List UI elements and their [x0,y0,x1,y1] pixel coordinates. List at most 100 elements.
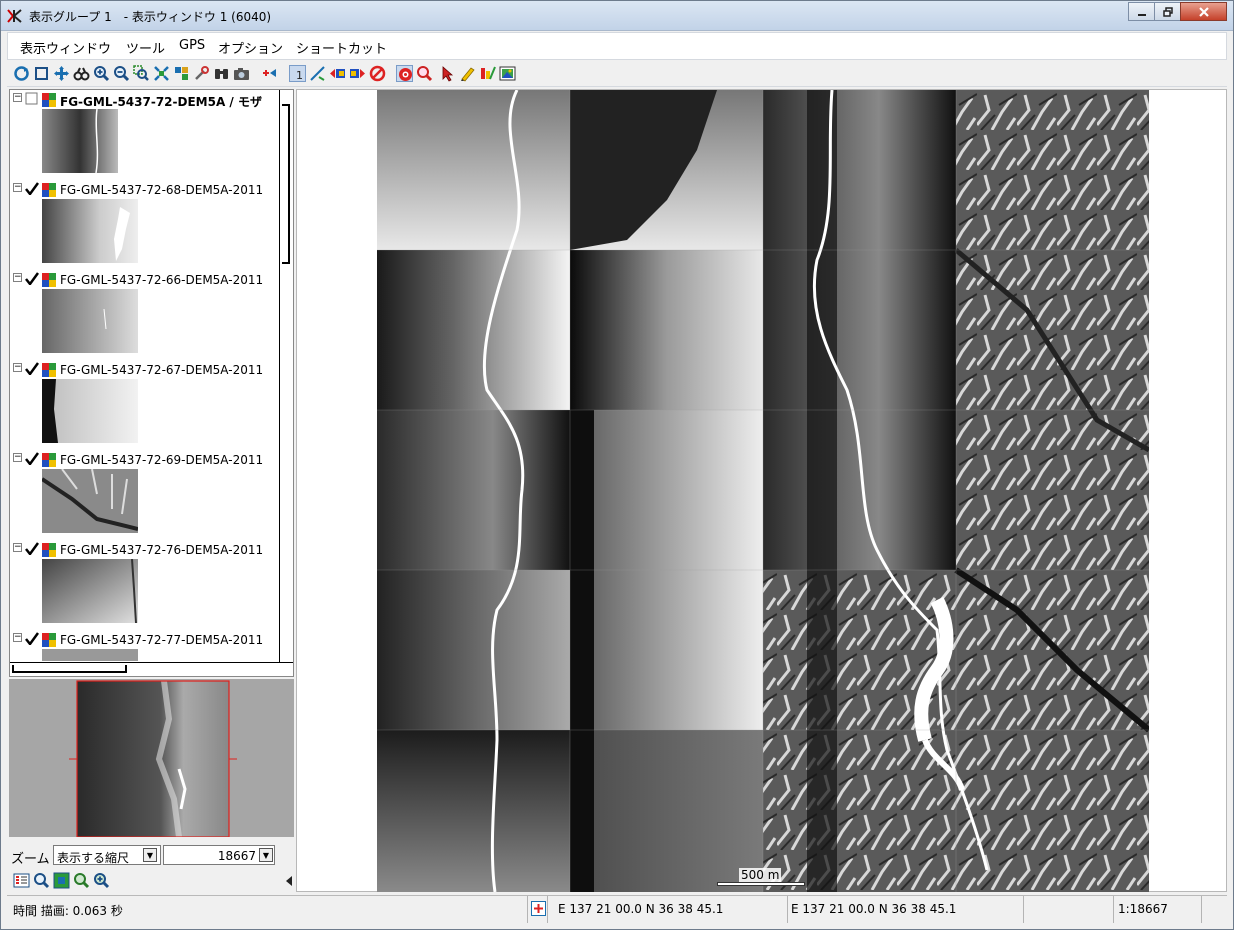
collapse-toggle[interactable]: − [13,543,22,552]
redraw-button[interactable] [13,65,30,82]
tools-button[interactable] [193,65,210,82]
maximize-button[interactable] [1154,2,1181,21]
minimize-icon [1137,13,1146,16]
layer-thumbnail [42,559,138,623]
collapse-toggle[interactable]: − [13,453,22,462]
collapse-toggle[interactable]: − [13,363,22,372]
menu-bar: 表示ウィンドウ ツール GPS オプション ショートカット [7,32,1227,60]
measure-button[interactable] [309,65,326,82]
zoom-mode-select[interactable]: 表示する縮尺 ▼ [53,845,161,865]
search-icon[interactable] [33,872,50,889]
chevron-down-icon[interactable]: ▼ [143,848,157,862]
full-extent-icon [35,67,48,80]
add-layer-button[interactable] [261,65,278,82]
zoom-in-button[interactable] [93,65,110,82]
record-button[interactable] [396,65,413,82]
status-coord-2-text: E 137 21 00.0 N 36 38 45.1 [791,902,957,916]
pan-button[interactable] [53,65,70,82]
menu-display-window[interactable]: 表示ウィンドウ [20,38,111,57]
scrollbar-thumb[interactable] [282,104,290,264]
checkmark-icon[interactable] [25,542,39,555]
magnify-icon [417,66,433,82]
checkmark-icon[interactable] [25,452,39,465]
status-bar: 時間 描画: 0.063 秒 E 137 21 00.0 N 36 38 45.… [7,895,1227,923]
layer-item[interactable]: − FG-GML-5437-72-76-DEM5A-2011 [10,542,280,630]
image-button[interactable] [499,65,516,82]
layer-thumbnail [42,649,138,661]
menu-options[interactable]: オプション [218,38,283,57]
restore-icon [1162,6,1173,17]
pointer-button[interactable] [439,65,456,82]
zoom-mode-value: 表示する縮尺 [57,851,130,865]
checkmark-icon[interactable] [25,182,39,195]
scale-bar-line [717,882,805,886]
layer-item[interactable]: − FG-GML-5437-72-67-DEM5A-2011 [10,362,280,450]
zoom-layer-icon [154,66,169,81]
legend-icon[interactable] [13,872,30,889]
binoculars-button[interactable] [73,65,90,82]
checkmark-icon[interactable] [25,272,39,285]
zoom-extent-icon[interactable] [73,872,90,889]
no-entry-icon [369,65,386,82]
edit-button[interactable] [479,65,496,82]
checkmark-icon[interactable] [25,632,39,645]
prev-layer-button[interactable] [329,65,346,82]
pan-icon [54,66,69,81]
raster-layer-icon [42,543,56,557]
status-grip[interactable] [1201,896,1227,923]
layer-item[interactable]: − FG-GML-5437-72-66-DEM5A-2011 [10,272,280,360]
collapse-toggle[interactable]: − [13,183,22,192]
zoom-label: ズーム [11,852,50,867]
raster-layer-icon [42,273,56,287]
horizontal-scrollbar[interactable] [10,662,293,676]
binoculars-icon [73,67,90,81]
checkmark-icon[interactable] [25,362,39,375]
zoom-in-icon[interactable] [93,872,110,889]
menu-gps[interactable]: GPS [179,38,205,53]
zoom-out-button[interactable] [113,65,130,82]
layer-thumbnail [42,289,138,353]
minimize-button[interactable] [1128,2,1155,21]
layer-item[interactable]: − FG-GML-5437-72-68-DEM5A-2011 [10,182,280,270]
no-entry-button[interactable] [369,65,386,82]
layer-item[interactable]: − FG-GML-5437-72-DEM5A / モザ [10,92,280,180]
next-layer-button[interactable] [349,65,366,82]
checkbox-icon[interactable] [25,92,39,105]
scrollbar-thumb[interactable] [12,665,127,673]
menu-shortcuts[interactable]: ショートカット [296,38,387,57]
layer-item[interactable]: − FG-GML-5437-72-77-DEM5A-2011 [10,632,280,662]
collapse-toggle[interactable]: − [13,93,22,102]
status-pointer-toggle[interactable] [527,896,547,923]
find-icon [215,69,228,79]
menu-tools[interactable]: ツール [126,38,165,57]
layer-item[interactable]: − FG-GML-5437-72-69-DEM5A-2011 [10,452,280,540]
map-view[interactable]: 500 m [296,89,1227,892]
full-extent-button[interactable] [33,65,50,82]
pencil-button[interactable] [459,65,476,82]
collapse-arrow-icon[interactable] [285,876,293,886]
window-controls [1128,2,1227,21]
overview-map[interactable] [9,679,294,837]
scale-bar: 500 m [717,868,807,888]
map-view-icon[interactable] [53,872,70,889]
magnify-button[interactable] [416,65,433,82]
raster-layer-icon [42,633,56,647]
chevron-down-icon[interactable]: ▼ [259,848,273,862]
select-number-button[interactable]: 1 [289,65,306,82]
close-button[interactable] [1180,2,1227,21]
zoom-layer-button[interactable] [153,65,170,82]
vertical-scrollbar[interactable] [279,90,293,662]
zoom-previous-button[interactable] [173,65,190,82]
status-scale-text: 1:18667 [1118,902,1168,916]
find-button[interactable] [213,65,230,82]
status-coord-1: E 137 21 00.0 N 36 38 45.1 [547,896,787,923]
title-bar[interactable]: 表示グループ 1 - 表示ウィンドウ 1 (6040) [1,1,1233,31]
camera-button[interactable] [233,65,250,82]
svg-text:1: 1 [296,69,303,82]
select-number-icon: 1 [296,69,303,82]
zoom-box-button[interactable] [133,65,150,82]
layer-name: FG-GML-5437-72-68-DEM5A-2011 [60,183,264,197]
collapse-toggle[interactable]: − [13,633,22,642]
record-icon [399,68,412,81]
collapse-toggle[interactable]: − [13,273,22,282]
